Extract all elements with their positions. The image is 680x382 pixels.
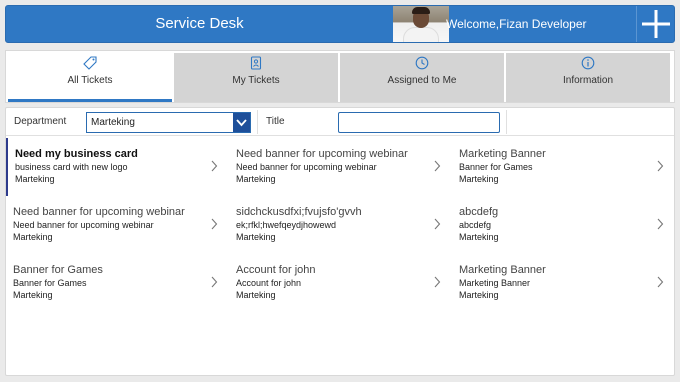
add-ticket-button[interactable] <box>636 6 674 42</box>
ticket-card[interactable]: Need banner for upcoming webinar Need ban… <box>6 196 228 254</box>
ticket-title: Marketing Banner <box>459 148 546 160</box>
chevron-right-icon[interactable] <box>656 160 664 172</box>
ticket-description: ek;rfkl;hwefqeydjhowewd <box>236 220 337 230</box>
ticket-description: business card with new logo <box>15 162 128 172</box>
ticket-description: Banner for Games <box>13 278 87 288</box>
ticket-department: Marteking <box>236 174 276 184</box>
chevron-right-icon[interactable] <box>433 276 441 288</box>
avatar[interactable] <box>393 6 449 42</box>
ticket-title: sidchckusdfxi;fvujsfo'gvvh <box>236 206 362 218</box>
app-title: Service Desk <box>155 15 244 32</box>
ticket-description: Need banner for upcoming webinar <box>236 162 377 172</box>
tab-label: My Tickets <box>232 75 280 86</box>
tab-assigned-to-me[interactable]: Assigned to Me <box>340 53 504 102</box>
ticket-description: Banner for Games <box>459 162 533 172</box>
ticket-department: Marteking <box>459 174 499 184</box>
ticket-department: Marteking <box>13 290 53 300</box>
ticket-title: Need banner for upcoming webinar <box>13 206 185 218</box>
ticket-title: Banner for Games <box>13 264 103 276</box>
ticket-department: Marteking <box>15 174 55 184</box>
title-search-input[interactable] <box>338 112 500 133</box>
tab-bar: All Tickets My Tickets Assigned to Me In… <box>5 50 675 103</box>
chevron-right-icon[interactable] <box>433 218 441 230</box>
app-header: Service Desk Welcome,Fizan Developer <box>5 5 675 43</box>
ticket-title: abcdefg <box>459 206 499 218</box>
tag-icon <box>83 56 97 70</box>
tab-label: Assigned to Me <box>387 75 457 86</box>
clock-icon <box>415 56 429 70</box>
ticket-department: Marteking <box>459 232 499 242</box>
plus-icon <box>642 10 670 38</box>
chevron-right-icon[interactable] <box>210 276 218 288</box>
ticket-card[interactable]: abcdefg abcdefg Marteking <box>452 196 674 254</box>
divider <box>506 110 507 134</box>
ticket-department: Marteking <box>459 290 499 300</box>
ticket-department: Marteking <box>13 232 53 242</box>
active-tab-indicator <box>8 99 172 102</box>
tickets-panel: Department Marteking Title Need my busin… <box>5 107 675 376</box>
filter-bar: Department Marteking Title <box>6 108 674 136</box>
department-label: Department <box>14 116 67 127</box>
chevron-right-icon[interactable] <box>656 218 664 230</box>
department-dropdown[interactable]: Marteking <box>86 112 251 133</box>
tab-all-tickets[interactable]: All Tickets <box>8 53 172 102</box>
tab-label: Information <box>562 75 614 86</box>
ticket-description: Marketing Banner <box>459 278 531 288</box>
title-label: Title <box>266 116 285 127</box>
ticket-description: Account for john <box>236 278 302 288</box>
ticket-department: Marteking <box>236 290 276 300</box>
ticket-card[interactable]: Need my business card business card with … <box>6 138 228 196</box>
chevron-right-icon[interactable] <box>656 276 664 288</box>
tab-information[interactable]: Information <box>506 53 670 102</box>
ticket-card[interactable]: sidchckusdfxi;fvujsfo'gvvh ek;rfkl;hwefqe… <box>229 196 451 254</box>
chevron-down-icon <box>233 113 250 132</box>
department-value: Marteking <box>91 117 135 128</box>
tab-my-tickets[interactable]: My Tickets <box>174 53 338 102</box>
chevron-right-icon[interactable] <box>210 160 218 172</box>
info-icon <box>581 56 595 70</box>
chevron-right-icon[interactable] <box>433 160 441 172</box>
ticket-title: Need my business card <box>15 148 138 160</box>
ticket-card[interactable]: Need banner for upcoming webinar Need ban… <box>229 138 451 196</box>
tab-label: All Tickets <box>67 75 113 86</box>
welcome-text: Welcome,Fizan Developer <box>446 17 587 31</box>
ticket-title: Marketing Banner <box>459 264 546 276</box>
ticket-description: Need banner for upcoming webinar <box>13 220 154 230</box>
ticket-title: Need banner for upcoming webinar <box>236 148 408 160</box>
ticket-card[interactable]: Account for john Account for john Martekin… <box>229 254 451 312</box>
chevron-right-icon[interactable] <box>210 218 218 230</box>
ticket-card[interactable]: Marketing Banner Banner for Games Martekin… <box>452 138 674 196</box>
ticket-card[interactable]: Marketing Banner Marketing Banner Martekin… <box>452 254 674 312</box>
divider <box>257 110 258 134</box>
ticket-department: Marteking <box>236 232 276 242</box>
ticket-title: Account for john <box>236 264 316 276</box>
ticket-description: abcdefg <box>459 220 492 230</box>
ticket-card[interactable]: Banner for Games Banner for Games Martekin… <box>6 254 228 312</box>
id-badge-icon <box>250 56 262 70</box>
